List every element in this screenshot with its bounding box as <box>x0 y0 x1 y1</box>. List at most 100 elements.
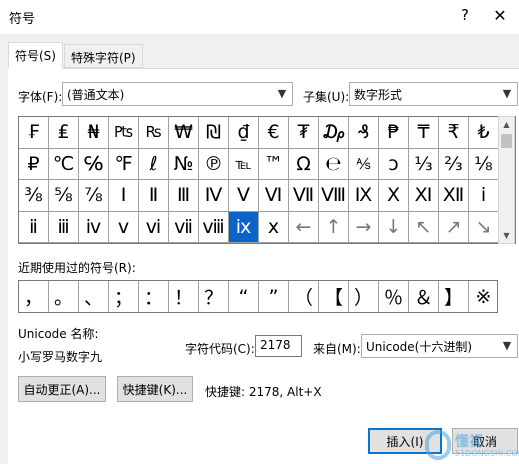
symbol-cell[interactable]: Ⅲ <box>169 180 199 212</box>
recent-symbol-cell[interactable]: ？ <box>199 281 229 312</box>
recent-symbol-cell[interactable]: ％ <box>379 281 409 312</box>
symbol-cell[interactable]: ₽ <box>19 148 49 180</box>
symbol-cell[interactable]: ₯ <box>319 117 349 149</box>
symbol-cell[interactable]: → <box>349 211 379 243</box>
symbol-cell[interactable]: ₰ <box>349 117 379 149</box>
symbol-cell[interactable]: ₨ <box>139 117 169 149</box>
symbol-cell[interactable]: ↓ <box>379 211 409 243</box>
symbol-cell[interactable]: ↑ <box>319 211 349 243</box>
symbol-cell[interactable]: ⅞ <box>79 180 109 212</box>
scroll-up-icon[interactable]: ▲ <box>499 117 514 132</box>
close-icon[interactable]: ✕ <box>490 6 510 25</box>
symbol-cell[interactable]: ⅷ <box>199 211 229 243</box>
tab-symbols[interactable]: 符号(S) <box>8 42 63 69</box>
recent-symbol-cell[interactable]: ： <box>139 281 169 312</box>
symbol-cell[interactable]: ₹ <box>439 117 469 149</box>
subset-label: 子集(U): <box>303 90 350 104</box>
symbol-cell[interactable]: ⅲ <box>49 211 79 243</box>
symbol-cell[interactable]: ℓ <box>139 148 169 180</box>
symbol-cell[interactable]: Ⅰ <box>109 180 139 212</box>
symbol-cell[interactable]: ™ <box>259 148 289 180</box>
symbol-cell[interactable]: Ⅳ <box>199 180 229 212</box>
symbol-cell[interactable]: № <box>169 148 199 180</box>
symbol-cell[interactable]: ⅶ <box>169 211 199 243</box>
symbol-cell[interactable]: ⅝ <box>49 180 79 212</box>
symbol-cell[interactable]: ⅳ <box>79 211 109 243</box>
symbol-cell[interactable]: Ⅹ <box>379 180 409 212</box>
insert-button[interactable]: 插入(I) <box>368 428 442 454</box>
recent-symbol-cell[interactable]: ！ <box>169 281 199 312</box>
recent-symbol-cell[interactable]: ※ <box>469 281 497 312</box>
symbol-cell[interactable]: ℗ <box>199 148 229 180</box>
symbol-cell[interactable]: ℅ <box>79 148 109 180</box>
symbol-cell[interactable]: Ⅸ <box>349 180 379 212</box>
symbol-cell[interactable]: ↖ <box>409 211 439 243</box>
recent-symbol-cell[interactable]: ， <box>19 281 49 312</box>
symbol-cell[interactable]: ⅹ <box>259 211 289 243</box>
symbol-cell[interactable]: ↄ <box>379 148 409 180</box>
recent-label: 近期使用过的符号(R): <box>18 261 136 275</box>
autocorrect-button[interactable]: 自动更正(A)... <box>18 376 106 402</box>
symbol-cell[interactable]: ⅓ <box>409 148 439 180</box>
symbol-cell[interactable]: € <box>259 117 289 149</box>
shortcut-text: 快捷键: 2178, Alt+X <box>205 385 322 399</box>
symbol-cell[interactable]: ₤ <box>49 117 79 149</box>
subset-select[interactable]: 数字形式 ▼ <box>349 82 518 106</box>
symbol-cell[interactable]: ℉ <box>109 148 139 180</box>
char-code-input[interactable]: 2178 <box>255 335 302 357</box>
symbol-cell[interactable]: ₣ <box>19 117 49 149</box>
symbol-cell[interactable]: Ⅶ <box>289 180 319 212</box>
symbol-cell[interactable]: ⅍ <box>349 148 379 180</box>
symbol-cell[interactable]: ⅔ <box>439 148 469 180</box>
from-select[interactable]: Unicode(十六进制) ▼ <box>361 334 518 358</box>
symbol-cell[interactable]: ₧ <box>109 117 139 149</box>
symbol-cell[interactable]: Ω <box>289 148 319 180</box>
symbol-cell[interactable]: ₩ <box>169 117 199 149</box>
symbol-cell[interactable]: ← <box>289 211 319 243</box>
symbol-cell[interactable]: ₮ <box>289 117 319 149</box>
recent-symbol-cell[interactable]: 、 <box>79 281 109 312</box>
tab-special-characters[interactable]: 特殊字符(P) <box>64 44 143 68</box>
symbol-cell[interactable]: ₱ <box>379 117 409 149</box>
symbol-cell[interactable]: ⅵ <box>139 211 169 243</box>
symbol-cell[interactable]: ⅴ <box>109 211 139 243</box>
symbol-cell[interactable]: ₦ <box>79 117 109 149</box>
symbol-cell[interactable]: ℡ <box>229 148 259 180</box>
recent-symbol-cell[interactable]: ） <box>349 281 379 312</box>
recent-symbol-cell[interactable]: ” <box>259 281 289 312</box>
symbol-cell[interactable]: ₪ <box>199 117 229 149</box>
symbol-cell[interactable]: ⅛ <box>469 148 499 180</box>
symbol-cell[interactable]: ⅸ <box>229 211 259 243</box>
recent-symbol-cell[interactable]: “ <box>229 281 259 312</box>
recent-symbol-cell[interactable]: ； <box>109 281 139 312</box>
symbol-cell[interactable]: Ⅷ <box>319 180 349 212</box>
recent-symbol-cell[interactable]: 。 <box>49 281 79 312</box>
from-value: Unicode(十六进制) <box>366 340 473 354</box>
font-select[interactable]: (普通文本) ▼ <box>62 82 293 106</box>
symbol-cell[interactable]: Ⅴ <box>229 180 259 212</box>
grid-scrollbar[interactable]: ▲ ▼ <box>498 116 515 244</box>
symbol-cell[interactable]: ⅜ <box>19 180 49 212</box>
symbol-cell[interactable]: ₺ <box>469 117 499 149</box>
cancel-button[interactable]: 取消 <box>452 428 518 454</box>
recent-symbol-cell[interactable]: ＆ <box>409 281 439 312</box>
symbol-cell[interactable]: ↘ <box>469 211 499 243</box>
scroll-down-icon[interactable]: ▼ <box>499 228 514 243</box>
symbol-cell[interactable]: Ⅺ <box>409 180 439 212</box>
recent-symbol-cell[interactable]: （ <box>289 281 319 312</box>
symbol-cell[interactable]: ⅰ <box>469 180 499 212</box>
recent-symbol-cell[interactable]: 】 <box>439 281 469 312</box>
symbol-cell[interactable]: ₫ <box>229 117 259 149</box>
recent-symbol-cell[interactable]: 【 <box>319 281 349 312</box>
symbol-cell[interactable]: ₸ <box>409 117 439 149</box>
symbol-cell[interactable]: ℮ <box>319 148 349 180</box>
symbol-cell[interactable]: ⅱ <box>19 211 49 243</box>
help-icon[interactable]: ? <box>455 6 475 24</box>
scroll-thumb[interactable] <box>501 134 512 148</box>
symbol-cell[interactable]: Ⅻ <box>439 180 469 212</box>
symbol-cell[interactable]: Ⅵ <box>259 180 289 212</box>
symbol-cell[interactable]: ↗ <box>439 211 469 243</box>
symbol-cell[interactable]: ℃ <box>49 148 79 180</box>
symbol-cell[interactable]: Ⅱ <box>139 180 169 212</box>
shortcut-key-button[interactable]: 快捷键(K)... <box>117 376 193 402</box>
